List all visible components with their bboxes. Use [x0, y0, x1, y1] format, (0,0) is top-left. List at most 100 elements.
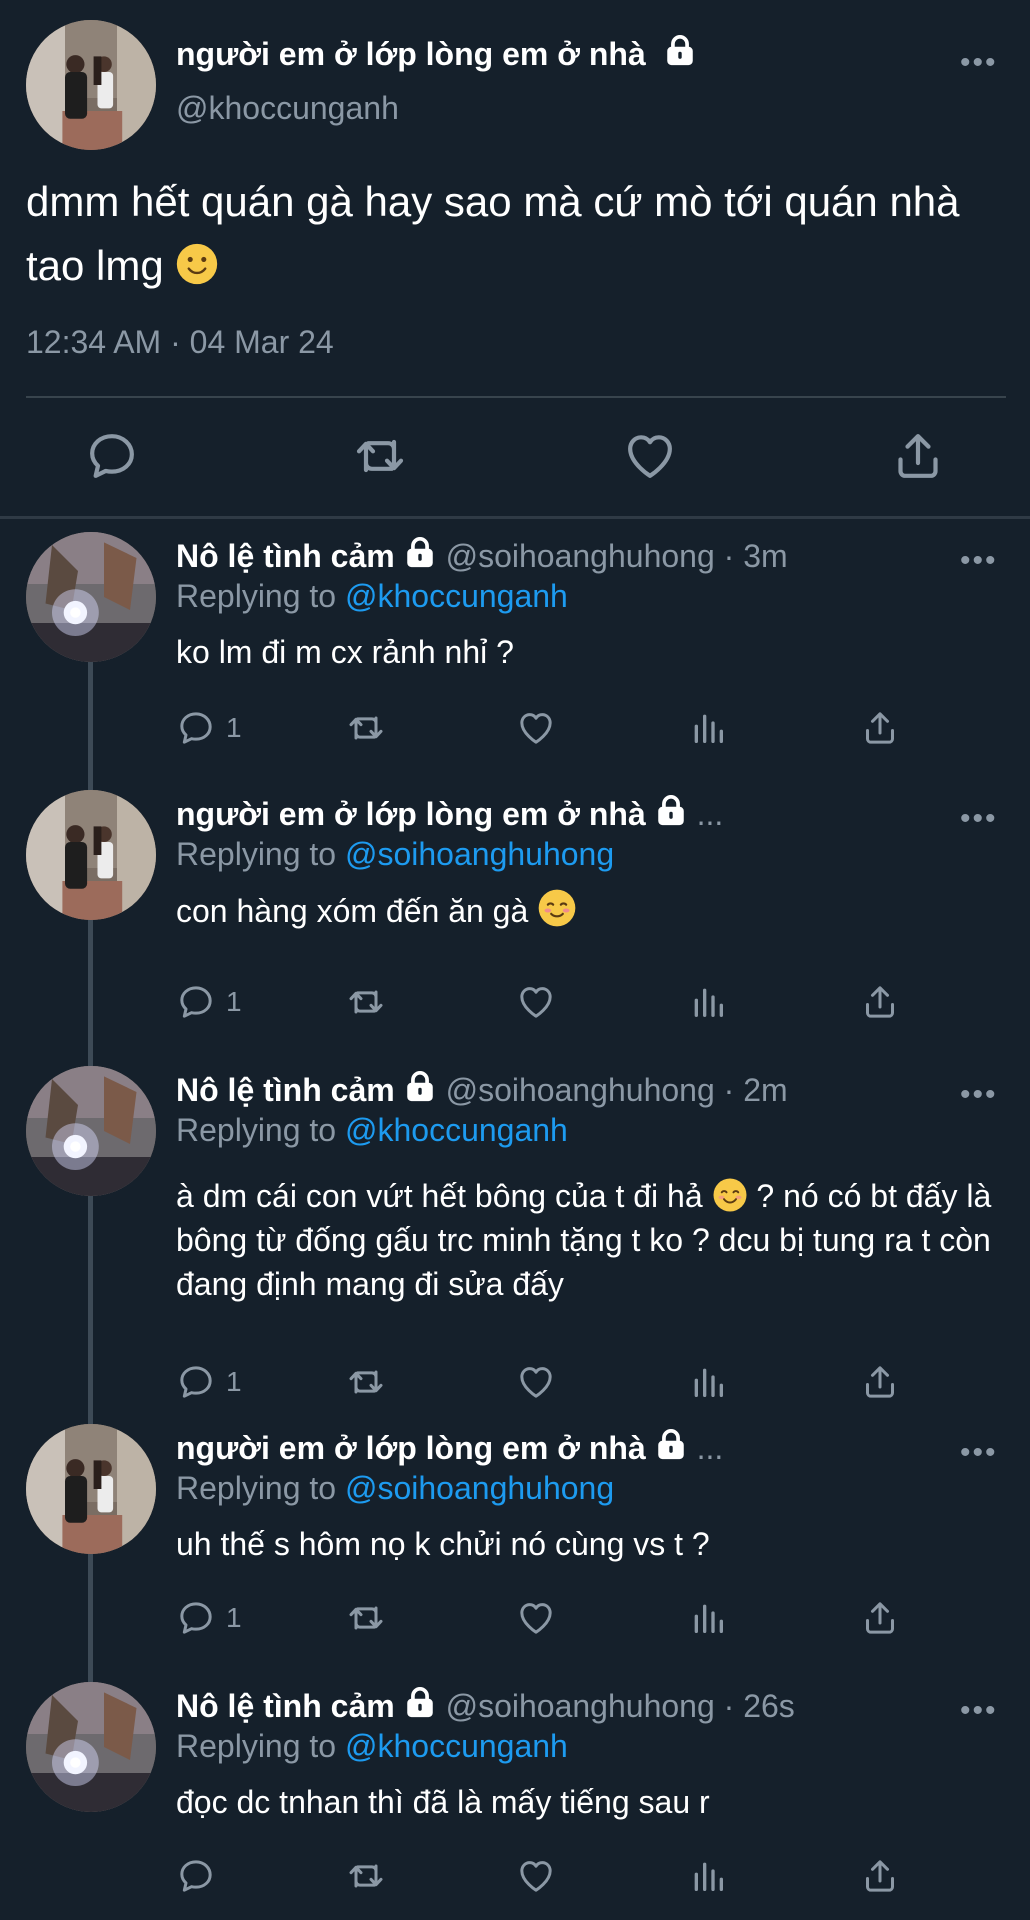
share-icon [860, 982, 900, 1022]
share-icon [860, 1856, 900, 1896]
share-icon[interactable] [890, 428, 946, 484]
like-heart-icon [516, 1598, 556, 1638]
reply-icon [176, 1362, 216, 1402]
reply-button[interactable]: 1 [176, 1594, 242, 1642]
handle-and-time: @soihoanghuhong · 2m [445, 1072, 788, 1108]
replying-label: Replying to [176, 1112, 337, 1148]
retweet-button[interactable] [346, 1852, 386, 1900]
like-heart-icon [516, 708, 556, 748]
share-button[interactable] [860, 1358, 900, 1406]
reply-header: người em ở lớp lòng em ở nhà ... [176, 794, 723, 833]
reply-count: 1 [226, 1602, 242, 1633]
reply-header: Nô lệ tình cảm @soihoanghuhong · 26s [176, 1686, 795, 1725]
handle-and-time: @soihoanghuhong · 26s [445, 1688, 795, 1724]
reply-button[interactable]: 1 [176, 1358, 242, 1406]
author-display-name[interactable]: người em ở lớp lòng em ở nhà [176, 796, 646, 832]
retweet-button[interactable] [346, 704, 386, 752]
like-button[interactable] [516, 1358, 556, 1406]
retweet-icon[interactable] [352, 428, 408, 484]
like-button[interactable] [516, 1852, 556, 1900]
author-display-name[interactable]: người em ở lớp lòng em ở nhà [176, 1430, 646, 1466]
avatar[interactable] [26, 1066, 156, 1196]
reply-tweet[interactable]: Nô lệ tình cảm @soihoanghuhong · 2m ••• … [0, 1066, 1030, 1396]
share-icon [860, 708, 900, 748]
reply-text: uh thế s hôm nọ k chửi nó cùng vs t ? [176, 1526, 710, 1562]
blushing-smile-emoji-icon [537, 888, 577, 928]
replying-label: Replying to [176, 578, 337, 614]
reply-tweet[interactable]: người em ở lớp lòng em ở nhà ... ••• Rep… [0, 790, 1030, 1030]
author-display-name[interactable]: Nô lệ tình cảm [176, 1072, 395, 1108]
share-button[interactable] [860, 704, 900, 752]
retweet-icon [346, 1362, 386, 1402]
like-button[interactable] [516, 978, 556, 1026]
replying-label: Replying to [176, 1728, 337, 1764]
reply-header: Nô lệ tình cảm @soihoanghuhong · 3m [176, 536, 788, 575]
replying-to: Replying to @khoccunganh [176, 1728, 568, 1765]
views-button[interactable] [688, 1594, 728, 1642]
replying-to: Replying to @soihoanghuhong [176, 836, 614, 873]
lock-icon [403, 1070, 437, 1104]
author-display-name[interactable]: Nô lệ tình cảm [176, 538, 395, 574]
views-button[interactable] [688, 978, 728, 1026]
retweet-button[interactable] [346, 1594, 386, 1642]
reply-button[interactable]: 1 [176, 978, 242, 1026]
avatar[interactable] [26, 1682, 156, 1812]
bar-chart-icon [688, 1362, 728, 1402]
reply-tweet[interactable]: người em ở lớp lòng em ở nhà ... ••• Rep… [0, 1424, 1030, 1654]
mention-link[interactable]: @khoccunganh [345, 1112, 568, 1148]
like-heart-icon [516, 1856, 556, 1896]
reply-icon [176, 982, 216, 1022]
avatar[interactable] [26, 790, 156, 920]
reply-button[interactable] [176, 1852, 226, 1900]
replying-to: Replying to @soihoanghuhong [176, 1470, 614, 1507]
avatar[interactable] [26, 1424, 156, 1554]
more-options-icon[interactable]: ••• [960, 1696, 998, 1726]
reply-button[interactable]: 1 [176, 704, 242, 752]
reply-icon[interactable] [84, 428, 140, 484]
more-options-icon[interactable]: ••• [960, 1080, 998, 1110]
reply-text: à dm cái con vứt hết bông của t đi hả ? … [176, 1174, 996, 1306]
reply-tweet[interactable]: Nô lệ tình cảm @soihoanghuhong · 3m ••• … [0, 532, 1030, 762]
bar-chart-icon [688, 1856, 728, 1896]
like-button[interactable] [516, 1594, 556, 1642]
mention-link[interactable]: @soihoanghuhong [345, 1470, 614, 1506]
retweet-button[interactable] [346, 978, 386, 1026]
like-button[interactable] [516, 704, 556, 752]
tweet-text: dmm hết quán gà hay sao mà cứ mò tới quá… [26, 170, 1006, 298]
more-options-icon[interactable]: ••• [960, 546, 998, 576]
views-button[interactable] [688, 1358, 728, 1406]
mention-link[interactable]: @soihoanghuhong [345, 836, 614, 872]
views-button[interactable] [688, 704, 728, 752]
tweet-text-body: dmm hết quán gà hay sao mà cứ mò tới quá… [26, 178, 960, 289]
retweet-icon [346, 708, 386, 748]
retweet-button[interactable] [346, 1358, 386, 1406]
avatar[interactable] [26, 532, 156, 662]
avatar[interactable] [26, 20, 156, 150]
author-display-name[interactable]: Nô lệ tình cảm [176, 1688, 395, 1724]
author-handle[interactable]: @khoccunganh [176, 90, 399, 127]
action-bar: 1 [176, 1594, 916, 1642]
share-button[interactable] [860, 1594, 900, 1642]
like-heart-icon[interactable] [622, 428, 678, 484]
like-heart-icon [516, 982, 556, 1022]
share-icon [860, 1362, 900, 1402]
mention-link[interactable]: @khoccunganh [345, 578, 568, 614]
share-icon [860, 1598, 900, 1638]
more-options-icon[interactable]: ••• [960, 48, 998, 78]
share-button[interactable] [860, 1852, 900, 1900]
retweet-icon [346, 1856, 386, 1896]
lock-icon [654, 1428, 688, 1462]
reply-header: Nô lệ tình cảm @soihoanghuhong · 2m [176, 1070, 788, 1109]
bar-chart-icon [688, 708, 728, 748]
reply-tweet[interactable]: Nô lệ tình cảm @soihoanghuhong · 26s •••… [0, 1682, 1030, 1912]
more-options-icon[interactable]: ••• [960, 1438, 998, 1468]
lock-icon [403, 1686, 437, 1720]
author-display-name[interactable]: người em ở lớp lòng em ở nhà [176, 34, 697, 73]
tweet-timestamp[interactable]: 12:34 AM · 04 Mar 24 [26, 324, 334, 361]
mention-link[interactable]: @khoccunganh [345, 1728, 568, 1764]
more-options-icon[interactable]: ••• [960, 804, 998, 834]
views-button[interactable] [688, 1852, 728, 1900]
action-bar: 1 [176, 704, 916, 752]
share-button[interactable] [860, 978, 900, 1026]
reply-text: ko lm đi m cx rảnh nhỉ ? [176, 634, 514, 670]
